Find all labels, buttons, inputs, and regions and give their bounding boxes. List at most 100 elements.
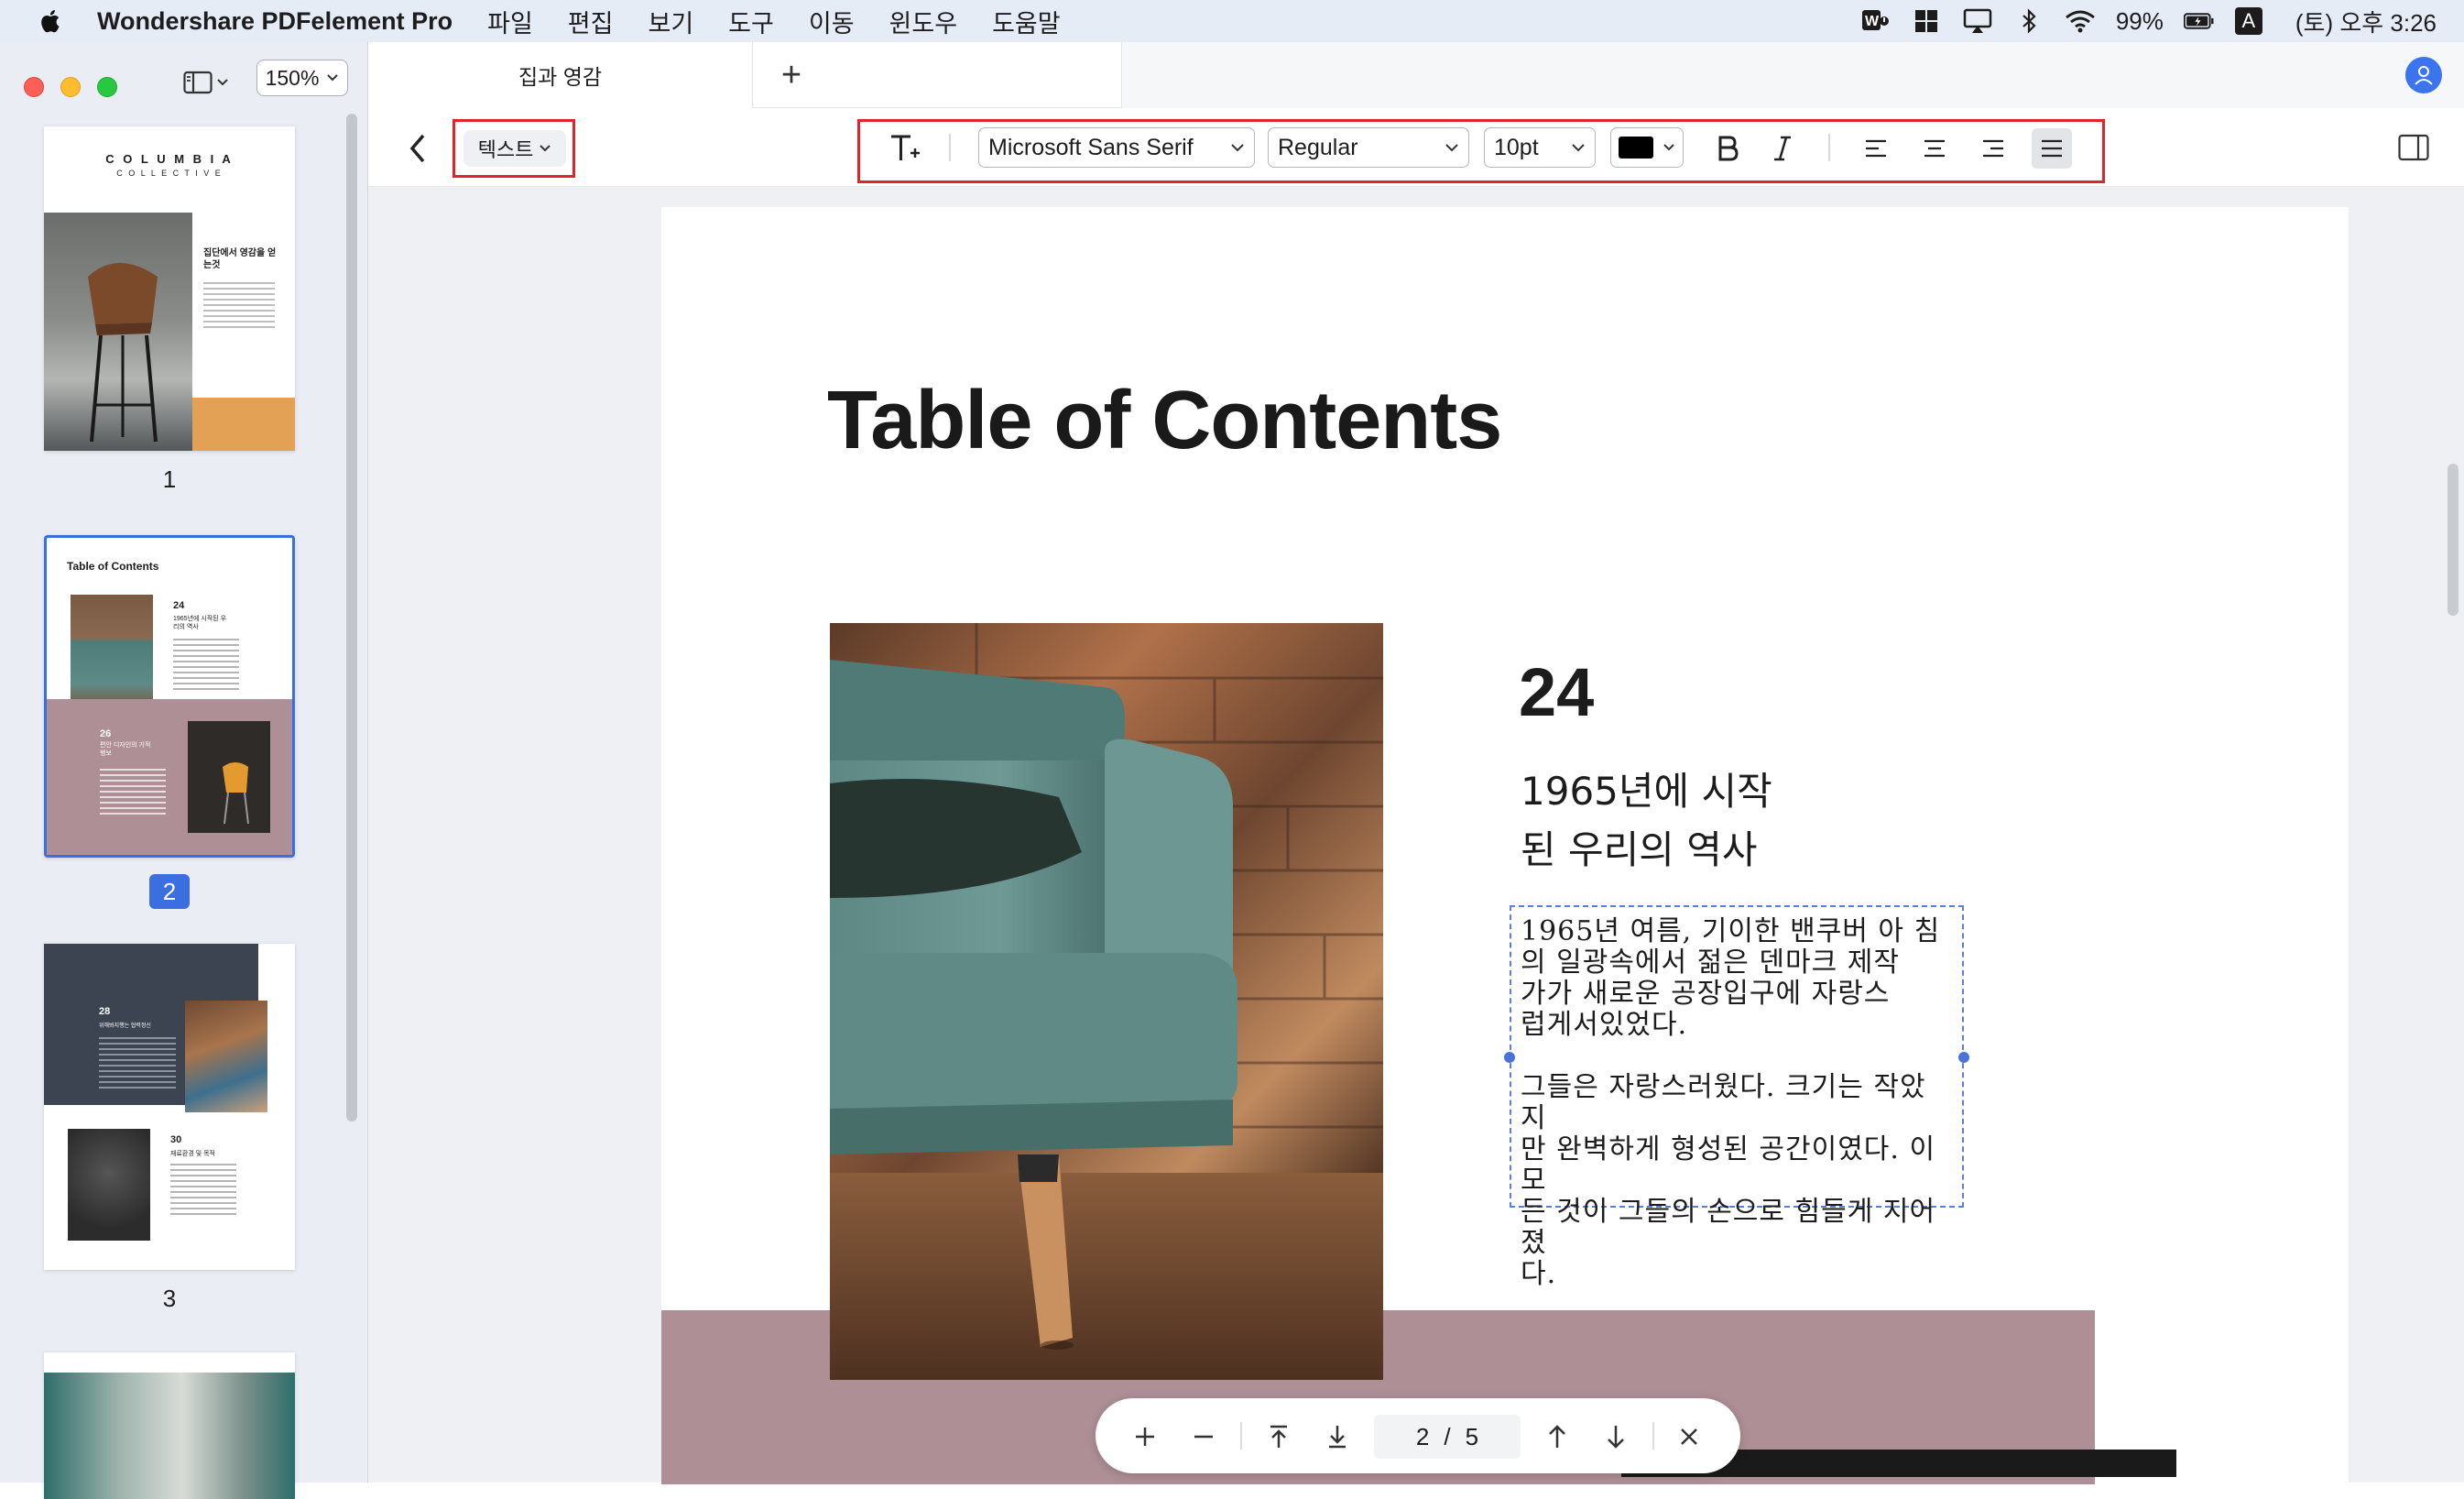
pdfelement-status-icon[interactable]: W xyxy=(1859,7,1891,35)
justify-icon xyxy=(2042,139,2062,158)
resize-handle-left[interactable] xyxy=(1504,1052,1515,1063)
first-page-button[interactable] xyxy=(1260,1418,1297,1455)
back-arrow-icon[interactable] xyxy=(403,130,431,167)
page-thumbnail-4[interactable] xyxy=(44,1352,295,1499)
justify-button[interactable] xyxy=(2032,128,2072,169)
menu-window[interactable]: 윈도우 xyxy=(889,4,958,39)
font-style-value: Regular xyxy=(1278,134,1358,160)
app-name-menu[interactable]: Wondershare PDFelement Pro xyxy=(97,7,452,36)
menu-view[interactable]: 보기 xyxy=(648,4,693,39)
resize-handle-right[interactable] xyxy=(1958,1052,1969,1063)
chevron-down-icon xyxy=(327,74,339,82)
page-number-1: 1 xyxy=(162,465,177,493)
thumb-h2: 편안 디자인의 기적 행보 xyxy=(100,742,151,757)
windows-grid-icon[interactable] xyxy=(1911,7,1942,35)
menu-bar: Wondershare PDFelement Pro 파일 편집 보기 도구 이… xyxy=(0,0,2464,42)
account-avatar-button[interactable] xyxy=(2405,57,2442,93)
thumb-chair-photo xyxy=(44,213,192,451)
sofa-photo[interactable] xyxy=(830,623,1383,1380)
menu-help[interactable]: 도움말 xyxy=(992,4,1061,39)
paragraph-2[interactable]: 그들은 자랑스러웠다. 크기는 작았 지 만 완벽하게 형성된 공간이였다. 이… xyxy=(1521,1072,1960,1290)
align-right-icon xyxy=(1983,139,2003,158)
menu-tools[interactable]: 도구 xyxy=(728,4,774,39)
font-family-value: Microsoft Sans Serif xyxy=(988,134,1194,160)
zoom-in-button[interactable] xyxy=(1127,1418,1163,1455)
zoom-value: 150% xyxy=(265,65,320,90)
paragraph-1[interactable]: 1965년 여름, 기이한 밴쿠버 아 침 의 일광속에서 젊은 덴마크 제작 … xyxy=(1521,916,1960,1041)
tab-document[interactable]: 집과 영감 xyxy=(368,42,753,108)
thumb-lines-2 xyxy=(100,769,166,818)
battery-icon[interactable] xyxy=(2183,7,2215,35)
thumb-lines-1 xyxy=(99,1037,176,1089)
thumb-n2: 26 xyxy=(100,728,112,739)
edit-mode-dropdown[interactable]: 텍스트 xyxy=(463,130,566,167)
thumb-workshop-photo xyxy=(185,1001,267,1112)
airplay-icon[interactable] xyxy=(1962,7,1993,35)
plus-icon: + xyxy=(780,56,802,94)
bold-button[interactable] xyxy=(1709,128,1746,169)
apple-icon[interactable] xyxy=(38,8,60,34)
bluetooth-icon[interactable] xyxy=(2013,7,2044,35)
thumb-sofa-photo xyxy=(71,595,153,706)
zoom-out-button[interactable] xyxy=(1185,1418,1222,1455)
paragraph-2-line: 다. xyxy=(1521,1258,1557,1290)
font-size-value: 10pt xyxy=(1494,134,1539,160)
close-icon xyxy=(1681,1428,1697,1445)
input-source-icon[interactable]: A xyxy=(2234,7,2262,35)
next-page-button[interactable] xyxy=(1597,1418,1634,1455)
section-heading-line-1[interactable]: 1965년에 시작 xyxy=(1521,760,1772,816)
align-center-icon xyxy=(1924,139,1945,158)
page-thumbnail-2[interactable]: Table of Contents 24 1965년에 시작된 우리의 역사 2… xyxy=(44,535,295,858)
nav-divider xyxy=(1240,1422,1242,1450)
page-title[interactable]: Table of Contents xyxy=(827,374,1502,468)
thumb-h1: 위해봐지행는 협력정신 xyxy=(99,1023,151,1029)
align-right-button[interactable] xyxy=(1975,128,2012,169)
close-navigation-button[interactable] xyxy=(1671,1418,1707,1455)
thumb-chairs-photo xyxy=(44,1373,295,1499)
thumb-h2: 재료환경 및 목적 xyxy=(170,1151,215,1157)
page-thumbnail-3[interactable]: 28 위해봐지행는 협력정신 30 재료환경 및 목적 xyxy=(44,944,295,1270)
thumb-orange-block xyxy=(192,398,295,451)
sidebar-toggle-button[interactable] xyxy=(183,66,238,99)
align-center-button[interactable] xyxy=(1916,128,1953,169)
last-page-button[interactable] xyxy=(1319,1418,1356,1455)
canvas-scrollbar[interactable] xyxy=(2448,464,2459,616)
page-thumbnail-1[interactable]: C O L U M B I A C O L L E C T I V E 집단에서… xyxy=(44,126,295,451)
new-tab-button[interactable]: + xyxy=(771,56,812,94)
menu-go[interactable]: 이동 xyxy=(809,4,855,39)
zoom-select[interactable]: 150% xyxy=(256,60,348,96)
thumb-n2: 30 xyxy=(170,1134,182,1145)
zoom-window-button[interactable] xyxy=(97,77,117,97)
right-panel-toggle-icon[interactable] xyxy=(2398,134,2429,161)
chevron-down-icon xyxy=(1231,144,1244,152)
toolbar-divider xyxy=(1828,134,1830,161)
paragraph-1-line: 의 일광속에서 젊은 덴마크 제작 xyxy=(1521,946,1900,979)
user-icon xyxy=(2415,66,2433,85)
thumbnail-sidebar: 150% C O L U M B I A C O L L E C T I V E… xyxy=(0,42,368,1499)
previous-page-button[interactable] xyxy=(1539,1418,1575,1455)
add-text-button[interactable] xyxy=(885,128,925,169)
thumb-text-lines xyxy=(203,282,275,330)
align-left-button[interactable] xyxy=(1858,128,1894,169)
page-number-2-selected: 2 xyxy=(149,874,190,909)
section-number[interactable]: 24 xyxy=(1519,653,1594,731)
menu-edit[interactable]: 편집 xyxy=(568,4,614,39)
italic-icon xyxy=(1774,136,1791,161)
thumb-brand-sub: C O L L E C T I V E xyxy=(116,169,223,178)
close-window-button[interactable] xyxy=(24,77,44,97)
minimize-window-button[interactable] xyxy=(60,77,81,97)
last-page-icon xyxy=(1329,1426,1346,1449)
font-size-select[interactable]: 10pt xyxy=(1484,127,1596,168)
font-color-select[interactable] xyxy=(1610,127,1684,168)
wifi-icon[interactable] xyxy=(2065,7,2096,35)
font-style-select[interactable]: Regular xyxy=(1268,127,1469,168)
thumbnail-scrollbar[interactable] xyxy=(346,114,357,1122)
section-heading-line-2[interactable]: 된 우리의 역사 xyxy=(1521,819,1758,875)
font-family-select[interactable]: Microsoft Sans Serif xyxy=(978,127,1255,168)
thumb-lines-2 xyxy=(170,1164,236,1219)
page-number-field[interactable]: 2 / 5 xyxy=(1374,1415,1521,1459)
thumb-leather-photo xyxy=(68,1129,150,1241)
menu-file[interactable]: 파일 xyxy=(487,4,533,39)
menubar-clock[interactable]: (토) 오후 3:26 xyxy=(2295,5,2437,38)
italic-button[interactable] xyxy=(1764,128,1801,169)
